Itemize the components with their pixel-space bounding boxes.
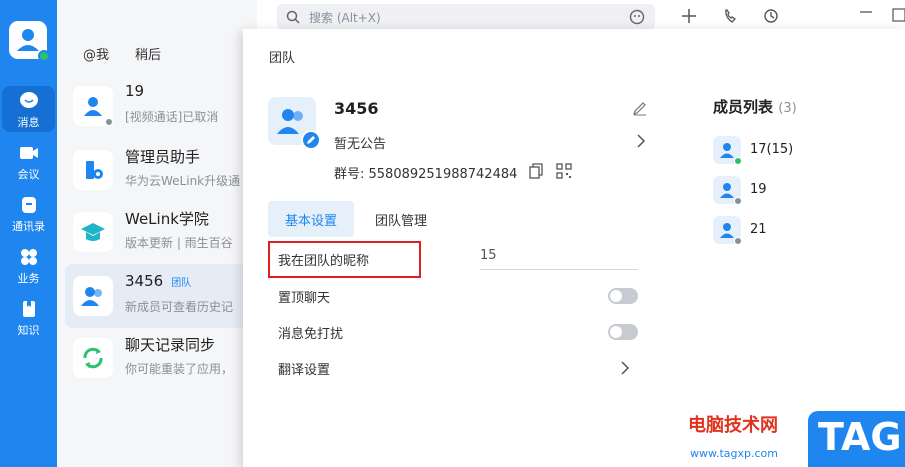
watermark-logo: TAG [808,411,905,467]
search-placeholder: 搜索 (Alt+X) [309,11,381,25]
edit-icon[interactable] [632,100,648,116]
user-avatar[interactable] [9,21,50,62]
team-settings-panel: 团队 3456 暂无公告 群号: 5580892519887424​84 基本设… [243,29,905,467]
tab-mentions[interactable]: @我 [83,44,109,63]
offline-status-icon [734,237,742,245]
pin-chat-label: 置顶聊天 [278,291,331,306]
search-input[interactable]: 搜索 (Alt+X) [277,4,655,30]
list-tabs: @我 稍后 [83,44,161,63]
user-icon [720,143,734,158]
user-icon [720,223,734,238]
conversation-name: 3456 团队 [125,272,191,290]
avatar [73,150,113,190]
watermark-url: www.tagxp.com [690,447,778,460]
group-notice[interactable]: 暂无公告 [334,133,386,152]
nav-item-contacts[interactable]: 通讯录 [2,190,55,236]
avatar [73,212,113,252]
history-icon[interactable] [763,8,779,24]
nav-item-business[interactable]: 业务 [2,242,55,288]
maximize-icon[interactable] [892,8,905,22]
tab-basic-settings[interactable]: 基本设置 [268,201,354,237]
contacts-icon [21,197,36,213]
conversation-name: 19 [125,82,145,100]
chevron-right-icon[interactable] [620,360,630,376]
pencil-icon [307,136,315,144]
nav-item-meetings[interactable]: 会议 [2,138,55,184]
minimize-icon[interactable] [859,10,873,14]
conversation-name: 聊天记录同步 [125,336,216,354]
member-item[interactable]: 19 [713,176,893,206]
conversation-preview: 华为云WeLink升级通 [125,174,241,188]
phone-icon[interactable] [723,8,739,24]
online-status-icon [38,50,50,62]
pin-chat-toggle[interactable] [608,288,638,304]
mute-toggle[interactable] [608,324,638,340]
conversation-name: 管理员助手 [125,148,201,166]
conversation-preview: [视频通话]已取消 [125,110,219,124]
member-name: 17(15) [750,142,794,157]
edit-avatar-icon[interactable] [301,130,321,150]
sync-icon [83,347,103,369]
member-list-label: 成员列表 [713,98,774,116]
chat-icon [19,92,38,108]
nav-item-messages[interactable]: 消息 [2,86,55,132]
nav-item-knowledge[interactable]: 知识 [2,294,55,340]
conversation-preview: 版本更新 | 雨生百谷 [125,236,233,250]
admin-icon [86,161,103,179]
offline-status-icon [105,118,113,126]
group-icon [81,287,102,306]
nav-label: 业务 [17,272,40,285]
nickname-input[interactable]: 15 [480,248,638,270]
chevron-right-icon[interactable] [636,133,646,149]
conversation-list: @我 稍后 19 [视频通话]已取消 管理员助手 华为云WeLink升级通 We… [57,0,305,467]
group-avatar[interactable] [268,97,321,150]
avatar [73,338,113,378]
highlight-box [268,241,421,278]
group-name: 3456 [334,99,379,118]
conversation-title: 3456 [125,272,164,290]
qr-code-icon[interactable] [556,163,572,179]
panel-title: 团队 [269,51,296,66]
book-icon [22,301,35,317]
video-icon [19,147,38,159]
copy-icon[interactable] [529,163,543,179]
translate-settings-label[interactable]: 翻译设置 [278,359,330,378]
user-icon [84,97,102,116]
nav-label: 知识 [17,324,40,337]
conversation-name: WeLink学院 [125,210,209,228]
tab-later[interactable]: 稍后 [135,44,161,63]
avatar [73,86,113,126]
conversation-preview: 新成员可查看历史记 [125,300,234,314]
group-id: 群号: 5580892519887424​84 [334,167,518,182]
member-list-title: 成员列表 (3) [713,96,797,117]
conversation-preview: 你可能重装了应用， [125,362,234,376]
watermark-logo-text: TAG [818,415,902,459]
watermark-text: 电脑技术网 [688,415,778,436]
member-count: (3) [778,101,797,116]
apps-icon [20,249,37,265]
member-item[interactable]: 21 [713,216,893,246]
voice-assistant-icon[interactable] [629,9,645,25]
search-icon [286,10,300,24]
member-name: 21 [750,222,767,237]
user-icon [720,183,734,198]
online-status-icon [734,157,742,165]
nav-label: 会议 [17,168,40,181]
avatar [73,276,113,316]
member-item[interactable]: 17(15) [713,136,893,166]
mute-label: 消息免打扰 [278,327,344,342]
nav-label: 消息 [17,116,40,129]
team-badge: 团队 [171,278,192,289]
offline-status-icon [734,197,742,205]
tab-team-management[interactable]: 团队管理 [361,201,441,237]
add-icon[interactable] [681,8,697,24]
graduation-cap-icon [81,223,105,241]
left-nav: 消息 会议 通讯录 业务 知识 [0,0,57,467]
member-name: 19 [750,182,767,197]
nav-label: 通讯录 [12,220,45,233]
